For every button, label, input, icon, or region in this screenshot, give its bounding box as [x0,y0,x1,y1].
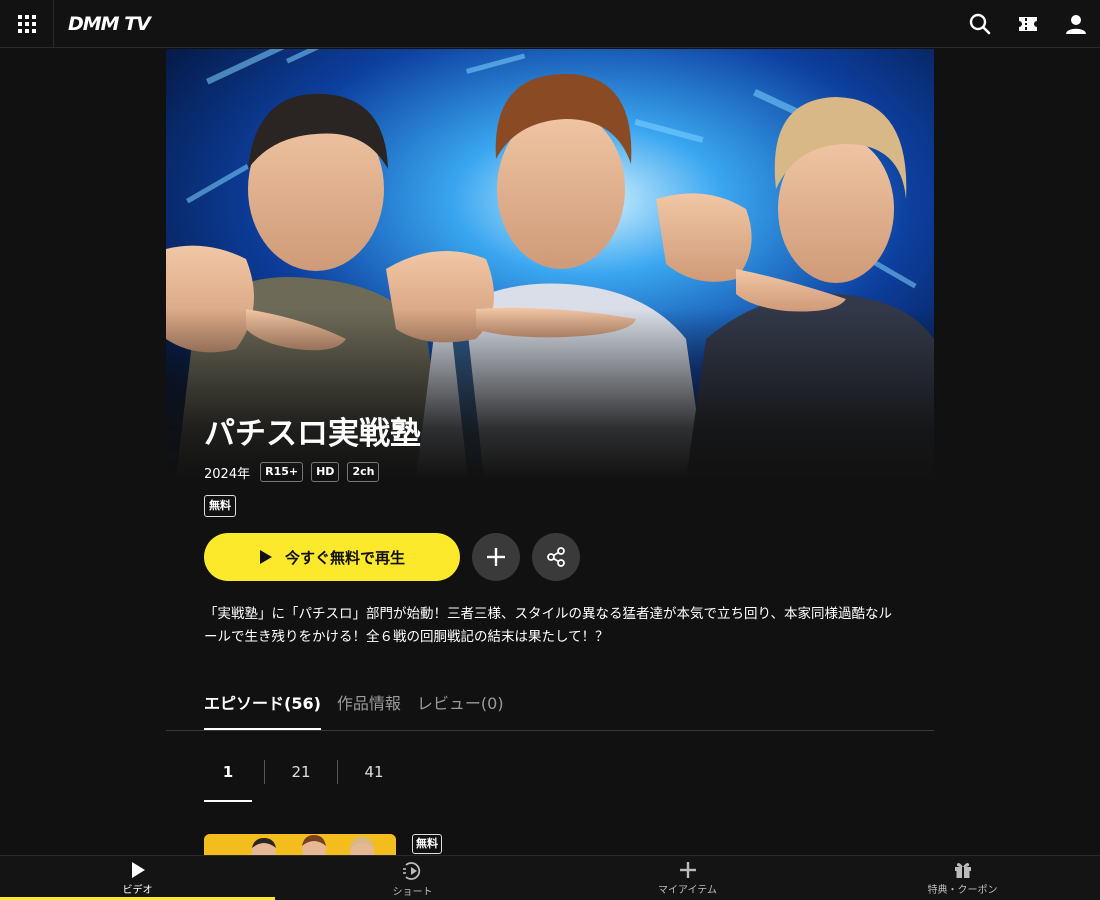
page-41[interactable]: 41 [350,760,398,802]
nav-perks-label: 特典・クーポン [927,885,998,896]
nav-my-items[interactable]: マイアイテム [550,856,825,900]
pager-separator [337,760,338,784]
tab-work-info[interactable]: 作品情報 [337,690,401,730]
nav-video-label: ビデオ [122,885,153,896]
rating-tag: R15+ [260,462,304,482]
share-icon [547,547,565,567]
content-tabs: エピソード(56) 作品情報 レビュー(0) [204,690,504,730]
pager-separator [264,760,265,784]
tab-episodes[interactable]: エピソード(56) [204,690,321,730]
plus-icon [679,862,696,878]
nav-short[interactable]: ショート [275,856,550,900]
short-play-icon [402,862,420,880]
page-21[interactable]: 21 [277,760,325,802]
page-1[interactable]: 1 [204,760,252,802]
release-year: 2024年 [204,466,251,482]
tab-reviews[interactable]: レビュー(0) [417,690,504,730]
episode-free-badge: 無料 [412,834,442,854]
user-icon[interactable] [1063,11,1089,37]
play-free-button[interactable]: 今すぐ無料で再生 [204,533,460,581]
top-header: DMM TV [0,0,1100,48]
plus-icon [487,548,505,566]
tabs-divider [166,730,934,731]
episode-pager: 1 21 41 [204,760,398,802]
title-meta: 2024年 R15+ HD 2ch [204,461,380,483]
search-icon[interactable] [967,11,993,37]
quality-tag: HD [311,462,340,482]
grid-menu-icon[interactable] [0,0,54,48]
audio-tag: 2ch [347,462,380,482]
dmm-tv-logo[interactable]: DMM TV [68,12,151,36]
gift-icon [954,863,971,878]
play-icon [259,550,272,564]
free-badge: 無料 [204,495,236,517]
nav-perks-coupons[interactable]: 特典・クーポン [825,856,1100,900]
play-icon [131,862,145,878]
description: 「実戦塾」に「パチスロ」部門が始動！三者三様、スタイルの異なる猛者達が本気で立ち… [204,606,892,645]
add-to-list-button[interactable] [472,533,520,581]
nav-my-items-label: マイアイテム [658,885,717,896]
nav-video[interactable]: ビデオ [0,856,275,900]
nav-short-label: ショート [392,887,433,898]
share-button[interactable] [532,533,580,581]
page-title: パチスロ実戦塾 [204,416,421,452]
bottom-navigation: ビデオ ショート マイアイテム 特典・クーポン [0,855,1100,900]
play-button-label: 今すぐ無料で再生 [284,548,405,567]
ticket-icon[interactable] [1015,11,1041,37]
